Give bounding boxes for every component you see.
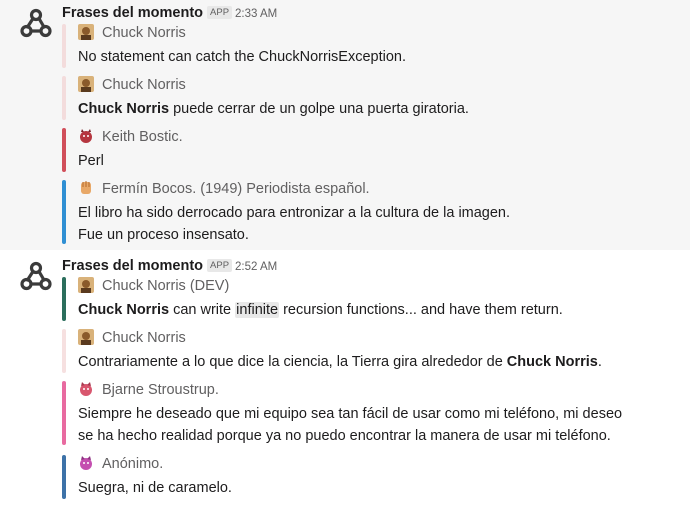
- attachment-author[interactable]: Anónimo.: [78, 455, 163, 472]
- attachment: Keith Bostic. Perl: [62, 128, 682, 172]
- message-1[interactable]: Frases del momento APP 2:33 AM Chuck Norri…: [0, 0, 690, 250]
- attachment-author[interactable]: Chuck Norris (DEV): [78, 277, 229, 294]
- attachment-bar: [62, 180, 66, 244]
- message-header: Frases del momento APP 2:33 AM: [62, 4, 277, 22]
- attachment-bar: [62, 381, 66, 445]
- attachment-text: Chuck Norris puede cerrar de un golpe un…: [78, 101, 469, 117]
- message-header: Frases del momento APP 2:52 AM: [62, 257, 277, 275]
- attachment: Chuck Norris No statement can catch the …: [62, 24, 682, 68]
- sender-name[interactable]: Frases del momento: [62, 5, 203, 21]
- attachment-text: Siempre he deseado que mi equipo sea tan…: [78, 406, 623, 444]
- attachment: Bjarne Stroustrup. Siempre he deseado qu…: [62, 381, 682, 445]
- author-avatar-icon: [78, 24, 94, 40]
- devil-face-icon: [80, 129, 92, 143]
- app-badge: APP: [207, 259, 233, 272]
- attachment-bar: [62, 76, 66, 120]
- attachment-text: Perl: [78, 153, 104, 169]
- attachment-author[interactable]: Chuck Norris: [78, 76, 186, 93]
- cat-face-icon: [80, 456, 92, 470]
- attachment-bar: [62, 329, 66, 373]
- webhook-icon[interactable]: [18, 258, 54, 294]
- attachment: Chuck Norris (DEV) Chuck Norris can writ…: [62, 277, 682, 321]
- attachment-author[interactable]: Keith Bostic.: [78, 128, 183, 145]
- app-badge: APP: [207, 6, 233, 19]
- attachment-bar: [62, 277, 66, 321]
- attachment: Fermín Bocos. (1949) Periodista español.…: [62, 180, 682, 244]
- cat-face-icon: [80, 382, 92, 396]
- webhook-icon[interactable]: [18, 5, 54, 41]
- hand-icon: [81, 181, 91, 194]
- author-avatar-icon: [78, 76, 94, 92]
- author-avatar-icon: [78, 329, 94, 345]
- attachment-text: Chuck Norris can write infinite recursio…: [78, 302, 563, 318]
- timestamp[interactable]: 2:33 AM: [235, 8, 277, 20]
- timestamp[interactable]: 2:52 AM: [235, 261, 277, 273]
- attachment-text: No statement can catch the ChuckNorrisEx…: [78, 49, 407, 65]
- sender-name[interactable]: Frases del momento: [62, 258, 203, 274]
- attachment: Anónimo. Suegra, ni de caramelo.: [62, 455, 682, 499]
- attachment-author[interactable]: Chuck Norris: [78, 329, 186, 346]
- attachment-text: Contrariamente a lo que dice la ciencia,…: [78, 354, 602, 370]
- attachment-author[interactable]: Fermín Bocos. (1949) Periodista español.: [78, 180, 370, 197]
- attachment: Chuck Norris Contrariamente a lo que dic…: [62, 329, 682, 373]
- author-avatar-icon: [78, 277, 94, 293]
- attachment-text: El libro ha sido derrocado para entroniz…: [78, 205, 511, 243]
- message-2[interactable]: Frases del momento APP 2:52 AM Chuck Norri…: [0, 250, 690, 513]
- attachment-author[interactable]: Bjarne Stroustrup.: [78, 381, 219, 398]
- attachment-text: Suegra, ni de caramelo.: [78, 480, 232, 496]
- attachment: Chuck Norris Chuck Norris puede cerrar d…: [62, 76, 682, 120]
- attachment-author[interactable]: Chuck Norris: [78, 24, 186, 41]
- attachment-bar: [62, 455, 66, 499]
- attachment-bar: [62, 128, 66, 172]
- inline-code: infinite: [235, 302, 280, 318]
- attachment-bar: [62, 24, 66, 68]
